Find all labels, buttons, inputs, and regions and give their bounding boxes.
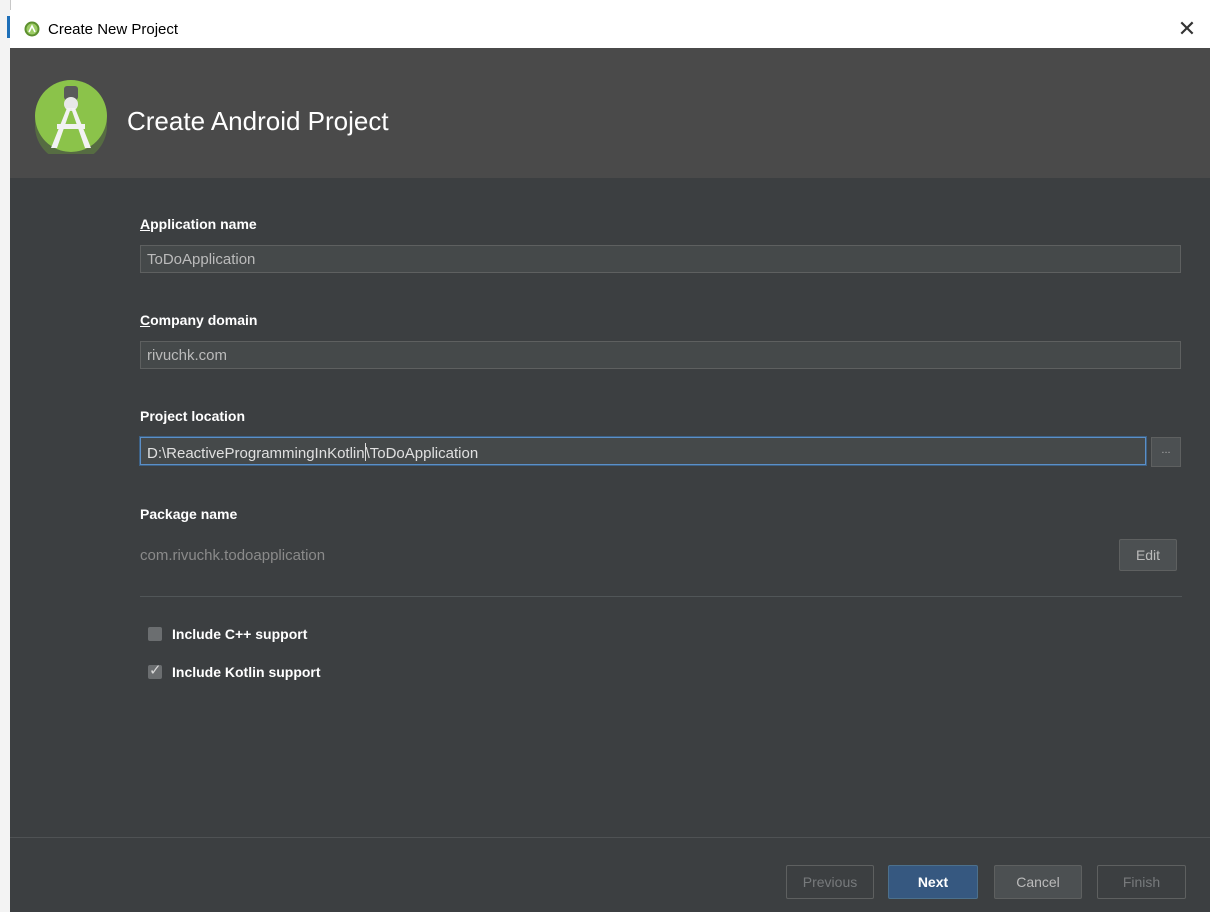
project-location-value-start: D:\ReactiveProgrammingInKotlin	[147, 445, 365, 462]
application-name-label: Application name	[140, 216, 257, 232]
previous-button[interactable]: Previous	[786, 865, 874, 899]
application-name-label-mnemonic: A	[140, 216, 151, 232]
include-kotlin-label: Include Kotlin support	[172, 664, 321, 680]
android-studio-logo-icon	[35, 80, 107, 154]
include-cpp-checkbox[interactable]	[148, 627, 162, 641]
company-domain-input[interactable]: rivuchk.com	[140, 341, 1181, 369]
company-domain-label-text: ompany domain	[150, 312, 258, 328]
close-icon[interactable]: ✕	[1172, 14, 1202, 44]
finish-button[interactable]: Finish	[1097, 865, 1186, 899]
title-bar: Create New Project ✕	[10, 10, 1210, 48]
footer-separator	[10, 837, 1210, 838]
company-domain-label: Company domain	[140, 312, 257, 328]
options-separator	[140, 596, 1182, 597]
application-name-input[interactable]: ToDoApplication	[140, 245, 1181, 273]
include-cpp-label: Include C++ support	[172, 626, 308, 642]
create-project-dialog: Create New Project ✕ Create Android Proj…	[10, 10, 1210, 912]
android-studio-small-icon	[24, 21, 40, 37]
dialog-header: Create Android Project	[10, 48, 1210, 178]
application-name-label-text: pplication name	[150, 216, 257, 232]
include-kotlin-option[interactable]: Include Kotlin support	[148, 664, 321, 680]
project-location-input[interactable]: D:\ReactiveProgrammingInKotlin\ToDoAppli…	[140, 437, 1146, 465]
package-name-label: Package name	[140, 506, 238, 522]
edit-package-button[interactable]: Edit	[1119, 539, 1177, 571]
browse-location-button[interactable]: ...	[1151, 437, 1181, 467]
company-domain-label-mnemonic: C	[140, 312, 151, 328]
package-name-value: com.rivuchk.todoapplication	[140, 547, 326, 564]
window-title: Create New Project	[48, 20, 179, 38]
project-location-value-end: \ToDoApplication	[365, 445, 479, 462]
include-kotlin-checkbox[interactable]	[148, 664, 162, 679]
cancel-button[interactable]: Cancel	[994, 865, 1082, 899]
include-cpp-option[interactable]: Include C++ support	[148, 626, 307, 642]
next-button[interactable]: Next	[888, 865, 978, 899]
project-location-label: Project location	[140, 408, 246, 424]
dialog-heading: Create Android Project	[127, 106, 389, 136]
